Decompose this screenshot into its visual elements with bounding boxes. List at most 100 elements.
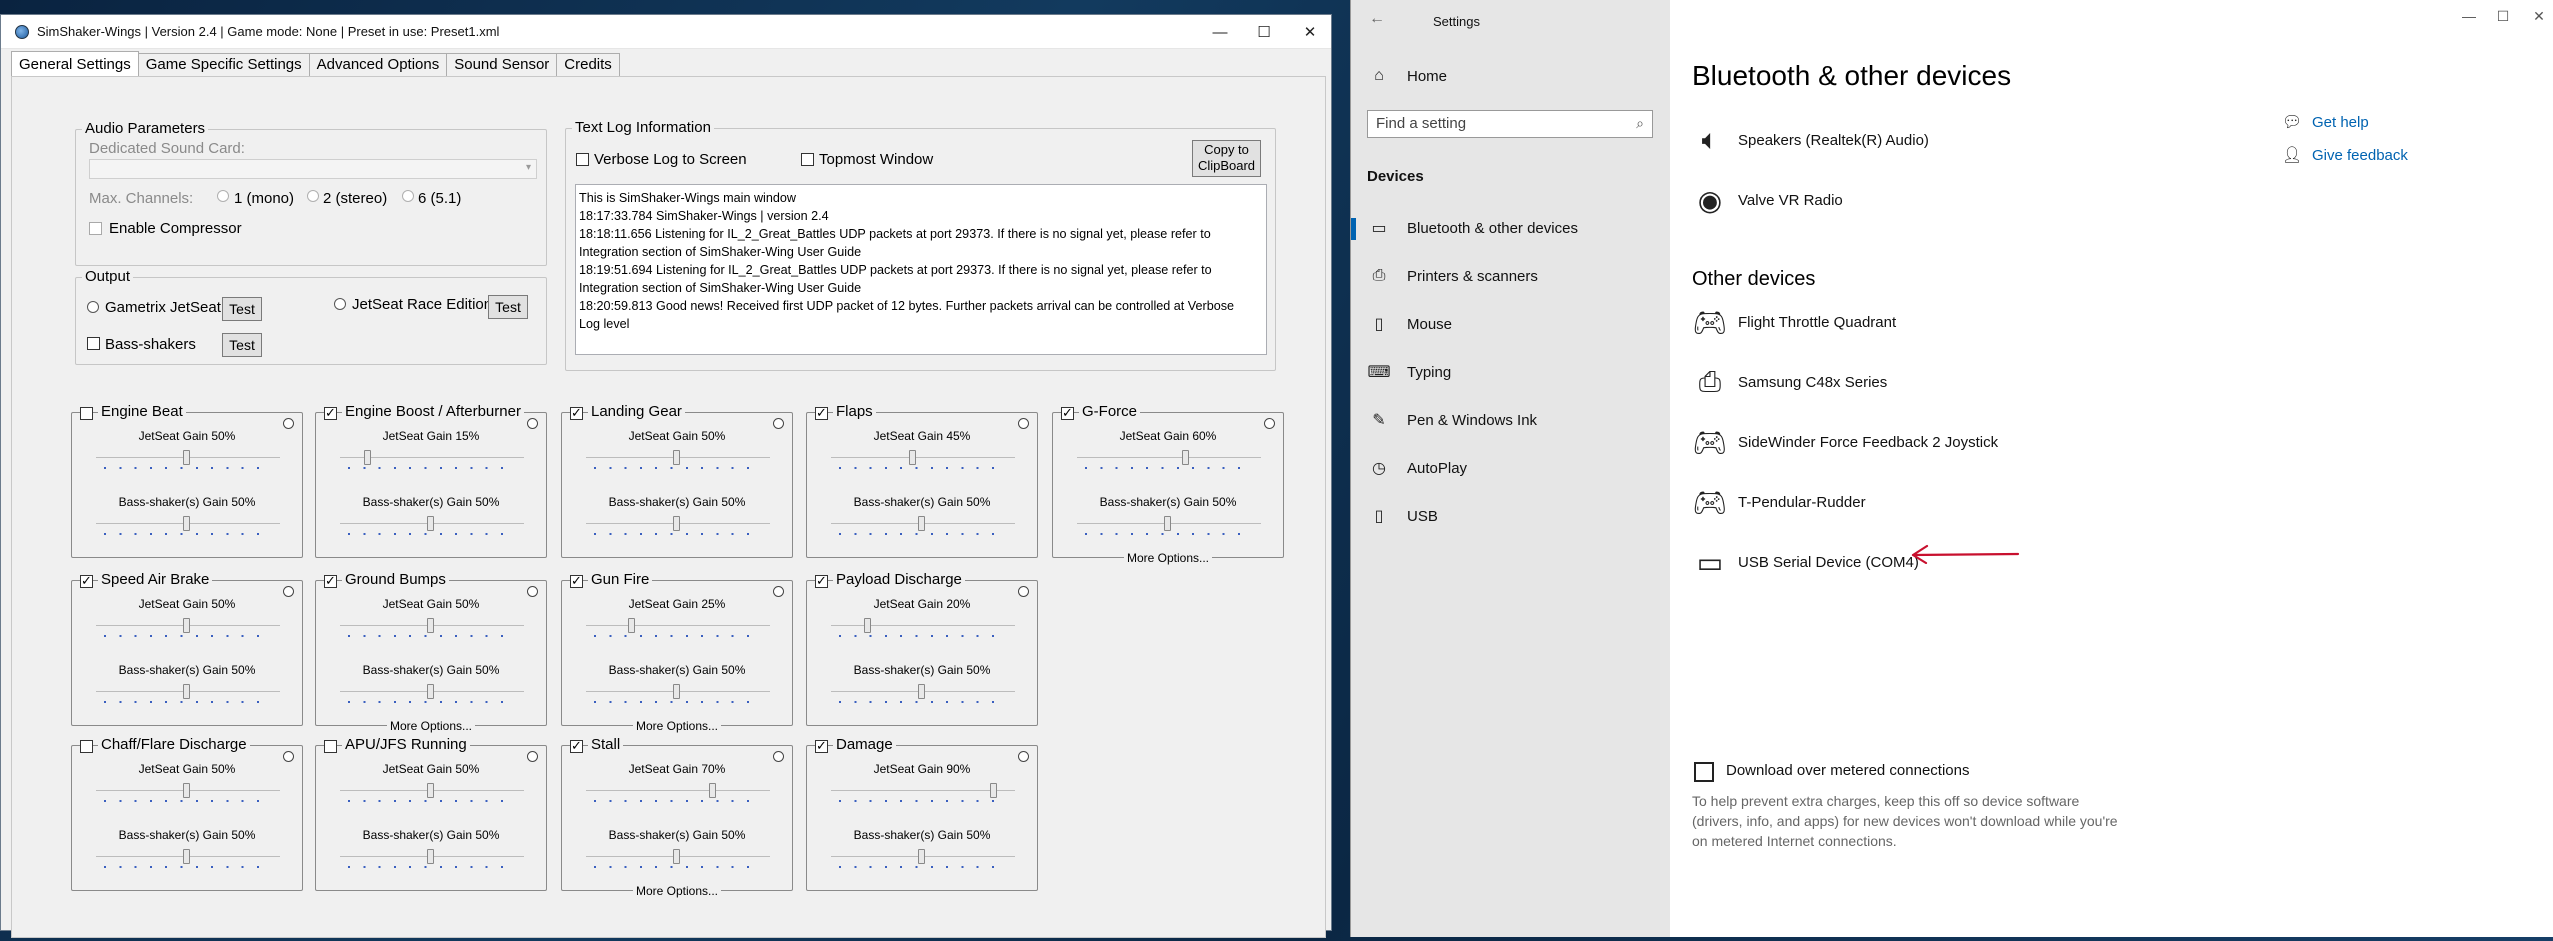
jetseat-gain-slider[interactable] (864, 618, 871, 633)
sound-card-select[interactable] (89, 159, 537, 179)
bass-gain-slider[interactable] (427, 849, 434, 864)
tab-sound-sensor[interactable]: Sound Sensor (446, 53, 558, 77)
jetseat-gain-track[interactable] (1077, 457, 1261, 459)
effect-enable-checkbox[interactable] (570, 405, 583, 421)
effect-enable-checkbox[interactable] (570, 573, 583, 589)
nav-bluetooth-devices[interactable]: ▭ Bluetooth & other devices (1351, 212, 1670, 244)
nav-home[interactable]: ⌂ Home (1351, 60, 1670, 92)
close-button[interactable]: ✕ (2516, 8, 2553, 25)
tab-general-settings[interactable]: General Settings (11, 51, 139, 77)
jetseat-gain-slider[interactable] (183, 618, 190, 633)
jetseat-gain-track[interactable] (831, 790, 1015, 792)
bass-gain-slider[interactable] (673, 516, 680, 531)
test-jetseat-race-button[interactable]: Test (488, 295, 528, 319)
device-samsung-printer[interactable]: ⎙ Samsung C48x Series (1686, 362, 1887, 402)
tab-game-specific-settings[interactable]: Game Specific Settings (137, 53, 310, 77)
bass-gain-slider[interactable] (673, 849, 680, 864)
bass-shakers-checkbox[interactable] (87, 337, 100, 350)
tab-advanced-options[interactable]: Advanced Options (308, 53, 448, 77)
bass-gain-slider[interactable] (427, 516, 434, 531)
topmost-window-checkbox[interactable] (801, 153, 814, 166)
effect-indicator-icon[interactable] (1018, 586, 1029, 597)
jetseat-gain-slider[interactable] (183, 783, 190, 798)
effect-enable-checkbox[interactable] (815, 573, 828, 589)
effect-enable-checkbox[interactable] (80, 407, 93, 420)
search-input[interactable]: Find a setting ⌕ (1367, 110, 1653, 138)
copy-to-clipboard-button[interactable]: Copy to ClipBoard (1192, 140, 1261, 177)
jetseat-gain-track[interactable] (831, 457, 1015, 459)
get-help-link[interactable]: 💬︎ Get help (2282, 112, 2369, 132)
effect-indicator-icon[interactable] (1264, 418, 1275, 429)
bass-gain-slider[interactable] (183, 516, 190, 531)
effect-enable-checkbox[interactable] (570, 738, 583, 754)
channels-51-radio[interactable] (402, 190, 414, 202)
test-bass-shakers-button[interactable]: Test (222, 333, 262, 357)
nav-pen-ink[interactable]: ✎ Pen & Windows Ink (1351, 404, 1670, 436)
device-flight-throttle[interactable]: 🎮︎ Flight Throttle Quadrant (1686, 302, 1896, 342)
test-gametrix-button[interactable]: Test (222, 297, 262, 321)
nav-autoplay[interactable]: ◷ AutoPlay (1351, 452, 1670, 484)
jetseat-gain-slider[interactable] (990, 783, 997, 798)
effect-indicator-icon[interactable] (1018, 751, 1029, 762)
effect-indicator-icon[interactable] (527, 751, 538, 762)
jetseat-gain-track[interactable] (586, 790, 770, 792)
jetseat-gain-track[interactable] (831, 625, 1015, 627)
effect-enable-checkbox[interactable] (324, 740, 337, 753)
jetseat-gain-slider[interactable] (1182, 450, 1189, 465)
jetseat-gain-slider[interactable] (183, 450, 190, 465)
effect-enable-checkbox[interactable] (324, 405, 337, 421)
bass-gain-slider[interactable] (1164, 516, 1171, 531)
effect-enable-checkbox[interactable] (80, 740, 93, 753)
nav-usb[interactable]: ▯ USB (1351, 500, 1670, 532)
maximize-button[interactable]: ☐ (1241, 15, 1287, 49)
effect-indicator-icon[interactable] (773, 586, 784, 597)
effect-indicator-icon[interactable] (283, 586, 294, 597)
effect-indicator-icon[interactable] (283, 751, 294, 762)
more-options-link[interactable]: More Options... (562, 884, 792, 898)
jetseat-gain-slider[interactable] (427, 618, 434, 633)
gametrix-jetseat-radio[interactable] (87, 301, 99, 313)
bass-gain-slider[interactable] (427, 684, 434, 699)
effect-enable-checkbox[interactable] (80, 573, 93, 589)
enable-compressor-checkbox[interactable] (89, 222, 102, 235)
channels-stereo-radio[interactable] (307, 190, 319, 202)
verbose-log-checkbox[interactable] (576, 153, 589, 166)
bass-gain-slider[interactable] (183, 849, 190, 864)
jetseat-gain-slider[interactable] (427, 783, 434, 798)
jetseat-gain-slider[interactable] (909, 450, 916, 465)
back-arrow-icon[interactable]: ← (1369, 10, 1385, 28)
minimize-button[interactable]: — (1197, 15, 1243, 49)
metered-download-checkbox[interactable] (1694, 762, 1714, 782)
jetseat-gain-slider[interactable] (364, 450, 371, 465)
bass-gain-slider[interactable] (918, 849, 925, 864)
nav-mouse[interactable]: ▯ Mouse (1351, 308, 1670, 340)
effect-indicator-icon[interactable] (283, 418, 294, 429)
effect-enable-checkbox[interactable] (815, 738, 828, 754)
give-feedback-link[interactable]: 👤︎ Give feedback (2282, 145, 2408, 165)
tab-credits[interactable]: Credits (556, 53, 620, 77)
effect-indicator-icon[interactable] (1018, 418, 1029, 429)
effect-enable-checkbox[interactable] (324, 573, 337, 589)
device-speakers[interactable]: 🔈︎ Speakers (Realtek(R) Audio) (1686, 120, 1929, 160)
more-options-link[interactable]: More Options... (316, 719, 546, 733)
jetseat-gain-slider[interactable] (628, 618, 635, 633)
jetseat-gain-slider[interactable] (709, 783, 716, 798)
more-options-link[interactable]: More Options... (1053, 551, 1283, 565)
bass-gain-slider[interactable] (918, 516, 925, 531)
jetseat-gain-track[interactable] (586, 625, 770, 627)
device-sidewinder-joystick[interactable]: 🎮︎ SideWinder Force Feedback 2 Joystick (1686, 422, 1998, 462)
effect-indicator-icon[interactable] (773, 418, 784, 429)
channels-mono-radio[interactable] (217, 190, 229, 202)
device-valve-vr-radio[interactable]: ◉ Valve VR Radio (1686, 180, 1843, 220)
close-button[interactable]: ✕ (1287, 15, 1333, 49)
more-options-link[interactable]: More Options... (562, 719, 792, 733)
device-t-pendular-rudder[interactable]: 🎮︎ T-Pendular-Rudder (1686, 482, 1865, 522)
device-usb-serial-com4[interactable]: ▭ USB Serial Device (COM4) (1686, 542, 1919, 582)
bass-gain-slider[interactable] (673, 684, 680, 699)
effect-indicator-icon[interactable] (773, 751, 784, 762)
effect-indicator-icon[interactable] (527, 418, 538, 429)
bass-gain-slider[interactable] (918, 684, 925, 699)
effect-indicator-icon[interactable] (527, 586, 538, 597)
nav-typing[interactable]: ⌨ Typing (1351, 356, 1670, 388)
bass-gain-slider[interactable] (183, 684, 190, 699)
